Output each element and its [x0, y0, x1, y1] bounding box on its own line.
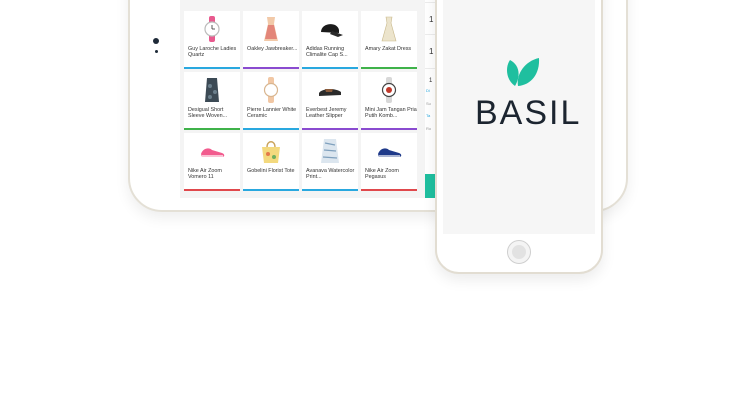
leaf-icon — [507, 58, 540, 86]
shoe-icon — [198, 137, 226, 165]
cart-quantity[interactable]: 1 — [429, 78, 432, 84]
product-card[interactable]: Oakley Jawbreaker... — [243, 11, 299, 69]
home-button[interactable] — [507, 240, 531, 264]
product-name: Guy Laroche Ladies Quartz — [188, 46, 237, 59]
category-bar — [361, 128, 417, 130]
shoe-icon — [375, 137, 403, 165]
product-card[interactable]: Gobelini Florist Tote — [243, 133, 299, 191]
product-card[interactable]: Pierre Lannier White Ceramic — [243, 72, 299, 130]
category-bar — [302, 189, 358, 191]
product-name: Pierre Lannier White Ceramic — [247, 107, 297, 120]
cart-label: Di — [426, 88, 430, 93]
cart-label: Su — [426, 101, 431, 106]
category-bar — [243, 189, 299, 191]
watch-icon — [198, 15, 226, 43]
product-card[interactable]: Adidas Running Climalite Cap S... — [302, 11, 358, 69]
category-bar — [184, 189, 240, 191]
product-card[interactable]: Desigual Short Sleeve Woven... — [184, 72, 240, 130]
product-name: Oakley Jawbreaker... — [247, 46, 298, 52]
product-name: Mini Jam Tangan Pria Putih Komb... — [365, 107, 417, 120]
cart-label: Ro — [426, 126, 432, 131]
cart-label: Ta — [426, 113, 431, 118]
product-name: Nike Air Zoom Vomero 11 — [188, 168, 222, 181]
category-bar — [302, 67, 358, 69]
product-card[interactable]: Mini Jam Tangan Pria Putih Komb... — [361, 72, 417, 130]
product-name: Adidas Running Climalite Cap S... — [306, 46, 348, 59]
product-name: Gobelini Florist Tote — [247, 168, 295, 174]
product-card[interactable]: Guy Laroche Ladies Quartz — [184, 11, 240, 69]
product-card[interactable]: Everbest Jeremy Leather Slipper — [302, 72, 358, 130]
slipper-icon — [316, 76, 344, 104]
sensor-dot — [155, 50, 158, 53]
cart-quantity[interactable]: 1 — [429, 15, 433, 24]
product-name: Amary Zakat Dress — [365, 46, 412, 52]
category-bar — [302, 128, 358, 130]
dress-icon — [375, 15, 403, 43]
product-name: Desigual Short Sleeve Woven... — [188, 107, 228, 120]
product-grid: Guy Laroche Ladies Quartz Oakley Jawbrea… — [180, 0, 425, 198]
category-bar — [243, 128, 299, 130]
watch-icon — [257, 76, 285, 104]
product-card[interactable]: Nike Air Zoom Pegasus — [361, 133, 417, 191]
bag-icon — [257, 137, 285, 165]
phone-device: BASIL — [435, 0, 603, 274]
category-bar — [184, 67, 240, 69]
product-name: Nike Air Zoom Pegasus — [365, 168, 399, 181]
category-bar — [243, 67, 299, 69]
category-bar — [361, 67, 417, 69]
top-icon — [316, 137, 344, 165]
camera-dot — [153, 38, 159, 44]
brand-logo: BASIL — [475, 54, 582, 132]
cart-quantity[interactable]: 1 — [429, 47, 433, 56]
phone-screen: BASIL — [443, 0, 595, 234]
product-name: Avanava Watercolor Print... — [306, 168, 355, 181]
category-bar — [184, 128, 240, 130]
product-card[interactable]: Nike Air Zoom Vomero 11 — [184, 133, 240, 191]
dress-icon — [257, 15, 285, 43]
watch-icon — [375, 76, 403, 104]
category-bar — [361, 189, 417, 191]
product-card[interactable]: Avanava Watercolor Print... — [302, 133, 358, 191]
dress-icon — [198, 76, 226, 104]
product-name: Everbest Jeremy Leather Slipper — [306, 107, 347, 120]
product-card[interactable]: Amary Zakat Dress — [361, 11, 417, 69]
cap-icon — [316, 15, 344, 43]
brand-name: BASIL — [475, 94, 582, 132]
